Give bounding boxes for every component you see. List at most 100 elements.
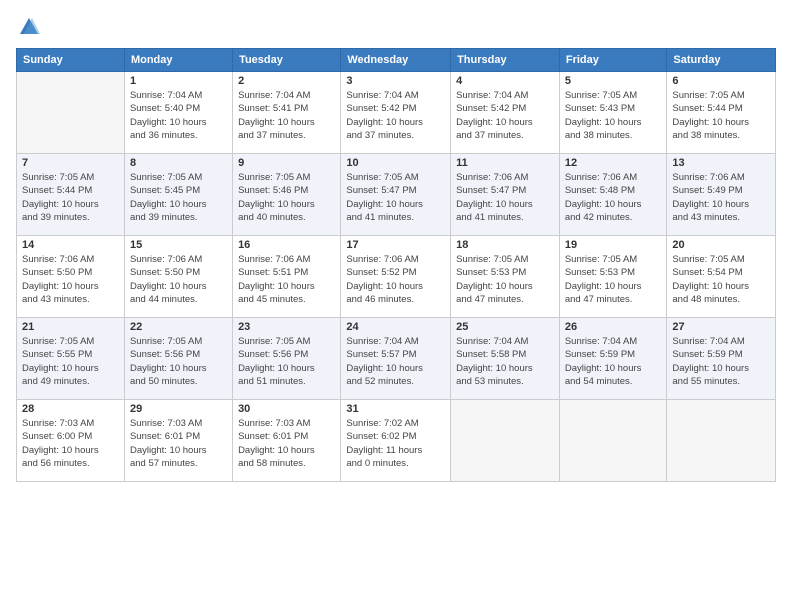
day-number: 12 bbox=[565, 157, 662, 169]
header-day-wednesday: Wednesday bbox=[341, 49, 451, 72]
calendar-day-2: 2 Sunrise: 7:04 AM Sunset: 5:41 PM Daylig… bbox=[233, 72, 341, 154]
day-info: Sunrise: 7:04 AM Sunset: 5:57 PM Dayligh… bbox=[346, 335, 445, 388]
header-day-thursday: Thursday bbox=[451, 49, 560, 72]
calendar-table: SundayMondayTuesdayWednesdayThursdayFrid… bbox=[16, 48, 776, 482]
day-info: Sunrise: 7:02 AM Sunset: 6:02 PM Dayligh… bbox=[346, 417, 445, 470]
calendar-day-20: 20Sunrise: 7:05 AM Sunset: 5:54 PM Dayli… bbox=[667, 236, 776, 318]
day-number: 13 bbox=[672, 157, 770, 169]
calendar-day-18: 18 Sunrise: 7:05 AM Sunset: 5:53 PM Dayli… bbox=[451, 236, 560, 318]
calendar-day-26: 26 Sunrise: 7:04 AM Sunset: 5:59 PM Dayli… bbox=[559, 318, 667, 400]
day-number: 30 bbox=[238, 403, 335, 415]
day-info: Sunrise: 7:04 AM Sunset: 5:59 PM Dayligh… bbox=[672, 335, 770, 388]
calendar-day-5: 5Sunrise: 7:05 AM Sunset: 5:43 PM Daylig… bbox=[559, 72, 667, 154]
day-number: 17 bbox=[346, 239, 445, 251]
day-info: Sunrise: 7:03 AM Sunset: 6:01 PM Dayligh… bbox=[238, 417, 335, 470]
calendar-week-row: 28 Sunrise: 7:03 AM Sunset: 6:00 PM Dayli… bbox=[17, 400, 776, 482]
day-number: 14 bbox=[22, 239, 119, 251]
day-info: Sunrise: 7:05 AM Sunset: 5:44 PM Dayligh… bbox=[672, 89, 770, 142]
calendar-day-12: 12 Sunrise: 7:06 AM Sunset: 5:48 PM Dayli… bbox=[559, 154, 667, 236]
calendar-day-10: 10 Sunrise: 7:05 AM Sunset: 5:47 PM Dayli… bbox=[341, 154, 451, 236]
day-number: 1 bbox=[130, 75, 227, 87]
day-number: 11 bbox=[456, 157, 554, 169]
day-info: Sunrise: 7:03 AM Sunset: 6:01 PM Dayligh… bbox=[130, 417, 227, 470]
day-info: Sunrise: 7:06 AM Sunset: 5:47 PM Dayligh… bbox=[456, 171, 554, 224]
day-info: Sunrise: 7:05 AM Sunset: 5:56 PM Dayligh… bbox=[130, 335, 227, 388]
day-number: 29 bbox=[130, 403, 227, 415]
calendar-day-9: 9Sunrise: 7:05 AM Sunset: 5:46 PM Daylig… bbox=[233, 154, 341, 236]
calendar-header-row: SundayMondayTuesdayWednesdayThursdayFrid… bbox=[17, 49, 776, 72]
day-info: Sunrise: 7:04 AM Sunset: 5:42 PM Dayligh… bbox=[456, 89, 554, 142]
day-info: Sunrise: 7:05 AM Sunset: 5:53 PM Dayligh… bbox=[565, 253, 662, 306]
calendar-day-7: 7Sunrise: 7:05 AM Sunset: 5:44 PM Daylig… bbox=[17, 154, 125, 236]
header bbox=[16, 16, 776, 38]
calendar-day-17: 17Sunrise: 7:06 AM Sunset: 5:52 PM Dayli… bbox=[341, 236, 451, 318]
day-info: Sunrise: 7:06 AM Sunset: 5:49 PM Dayligh… bbox=[672, 171, 770, 224]
logo bbox=[16, 16, 40, 38]
calendar-day-14: 14 Sunrise: 7:06 AM Sunset: 5:50 PM Dayli… bbox=[17, 236, 125, 318]
day-number: 15 bbox=[130, 239, 227, 251]
day-number: 18 bbox=[456, 239, 554, 251]
calendar-day-15: 15 Sunrise: 7:06 AM Sunset: 5:50 PM Dayli… bbox=[124, 236, 232, 318]
day-number: 28 bbox=[22, 403, 119, 415]
day-number: 16 bbox=[238, 239, 335, 251]
calendar-day-29: 29 Sunrise: 7:03 AM Sunset: 6:01 PM Dayli… bbox=[124, 400, 232, 482]
calendar-day-1: 1Sunrise: 7:04 AM Sunset: 5:40 PM Daylig… bbox=[124, 72, 232, 154]
day-info: Sunrise: 7:06 AM Sunset: 5:50 PM Dayligh… bbox=[22, 253, 119, 306]
day-number: 22 bbox=[130, 321, 227, 333]
day-info: Sunrise: 7:05 AM Sunset: 5:47 PM Dayligh… bbox=[346, 171, 445, 224]
day-number: 20 bbox=[672, 239, 770, 251]
day-number: 21 bbox=[22, 321, 119, 333]
day-info: Sunrise: 7:04 AM Sunset: 5:58 PM Dayligh… bbox=[456, 335, 554, 388]
header-day-saturday: Saturday bbox=[667, 49, 776, 72]
calendar-week-row: 1Sunrise: 7:04 AM Sunset: 5:40 PM Daylig… bbox=[17, 72, 776, 154]
day-number: 8 bbox=[130, 157, 227, 169]
day-info: Sunrise: 7:06 AM Sunset: 5:48 PM Dayligh… bbox=[565, 171, 662, 224]
calendar-week-row: 14 Sunrise: 7:06 AM Sunset: 5:50 PM Dayli… bbox=[17, 236, 776, 318]
logo-icon bbox=[18, 16, 40, 38]
calendar-day-13: 13 Sunrise: 7:06 AM Sunset: 5:49 PM Dayli… bbox=[667, 154, 776, 236]
header-day-monday: Monday bbox=[124, 49, 232, 72]
day-info: Sunrise: 7:05 AM Sunset: 5:56 PM Dayligh… bbox=[238, 335, 335, 388]
day-info: Sunrise: 7:05 AM Sunset: 5:55 PM Dayligh… bbox=[22, 335, 119, 388]
calendar-day-30: 30 Sunrise: 7:03 AM Sunset: 6:01 PM Dayli… bbox=[233, 400, 341, 482]
day-number: 26 bbox=[565, 321, 662, 333]
calendar-day-4: 4 Sunrise: 7:04 AM Sunset: 5:42 PM Daylig… bbox=[451, 72, 560, 154]
day-info: Sunrise: 7:03 AM Sunset: 6:00 PM Dayligh… bbox=[22, 417, 119, 470]
day-number: 23 bbox=[238, 321, 335, 333]
day-info: Sunrise: 7:05 AM Sunset: 5:45 PM Dayligh… bbox=[130, 171, 227, 224]
day-number: 24 bbox=[346, 321, 445, 333]
calendar-day-11: 11 Sunrise: 7:06 AM Sunset: 5:47 PM Dayli… bbox=[451, 154, 560, 236]
calendar-day-6: 6 Sunrise: 7:05 AM Sunset: 5:44 PM Daylig… bbox=[667, 72, 776, 154]
day-info: Sunrise: 7:05 AM Sunset: 5:43 PM Dayligh… bbox=[565, 89, 662, 142]
day-info: Sunrise: 7:05 AM Sunset: 5:53 PM Dayligh… bbox=[456, 253, 554, 306]
calendar-day-22: 22 Sunrise: 7:05 AM Sunset: 5:56 PM Dayli… bbox=[124, 318, 232, 400]
day-info: Sunrise: 7:04 AM Sunset: 5:42 PM Dayligh… bbox=[346, 89, 445, 142]
day-number: 2 bbox=[238, 75, 335, 87]
calendar-day-21: 21 Sunrise: 7:05 AM Sunset: 5:55 PM Dayli… bbox=[17, 318, 125, 400]
calendar-day-empty bbox=[451, 400, 560, 482]
day-number: 4 bbox=[456, 75, 554, 87]
header-day-sunday: Sunday bbox=[17, 49, 125, 72]
calendar-week-row: 21 Sunrise: 7:05 AM Sunset: 5:55 PM Dayli… bbox=[17, 318, 776, 400]
calendar-day-25: 25 Sunrise: 7:04 AM Sunset: 5:58 PM Dayli… bbox=[451, 318, 560, 400]
calendar-day-31: 31 Sunrise: 7:02 AM Sunset: 6:02 PM Dayli… bbox=[341, 400, 451, 482]
calendar-day-3: 3 Sunrise: 7:04 AM Sunset: 5:42 PM Daylig… bbox=[341, 72, 451, 154]
calendar-day-28: 28 Sunrise: 7:03 AM Sunset: 6:00 PM Dayli… bbox=[17, 400, 125, 482]
calendar-day-empty bbox=[559, 400, 667, 482]
day-number: 3 bbox=[346, 75, 445, 87]
day-number: 31 bbox=[346, 403, 445, 415]
day-number: 10 bbox=[346, 157, 445, 169]
page: SundayMondayTuesdayWednesdayThursdayFrid… bbox=[0, 0, 792, 612]
day-info: Sunrise: 7:06 AM Sunset: 5:50 PM Dayligh… bbox=[130, 253, 227, 306]
day-number: 6 bbox=[672, 75, 770, 87]
calendar-day-19: 19 Sunrise: 7:05 AM Sunset: 5:53 PM Dayli… bbox=[559, 236, 667, 318]
calendar-week-row: 7Sunrise: 7:05 AM Sunset: 5:44 PM Daylig… bbox=[17, 154, 776, 236]
day-number: 25 bbox=[456, 321, 554, 333]
day-number: 27 bbox=[672, 321, 770, 333]
day-number: 19 bbox=[565, 239, 662, 251]
day-info: Sunrise: 7:04 AM Sunset: 5:41 PM Dayligh… bbox=[238, 89, 335, 142]
calendar-day-23: 23 Sunrise: 7:05 AM Sunset: 5:56 PM Dayli… bbox=[233, 318, 341, 400]
header-day-tuesday: Tuesday bbox=[233, 49, 341, 72]
calendar-day-8: 8 Sunrise: 7:05 AM Sunset: 5:45 PM Daylig… bbox=[124, 154, 232, 236]
day-info: Sunrise: 7:04 AM Sunset: 5:59 PM Dayligh… bbox=[565, 335, 662, 388]
